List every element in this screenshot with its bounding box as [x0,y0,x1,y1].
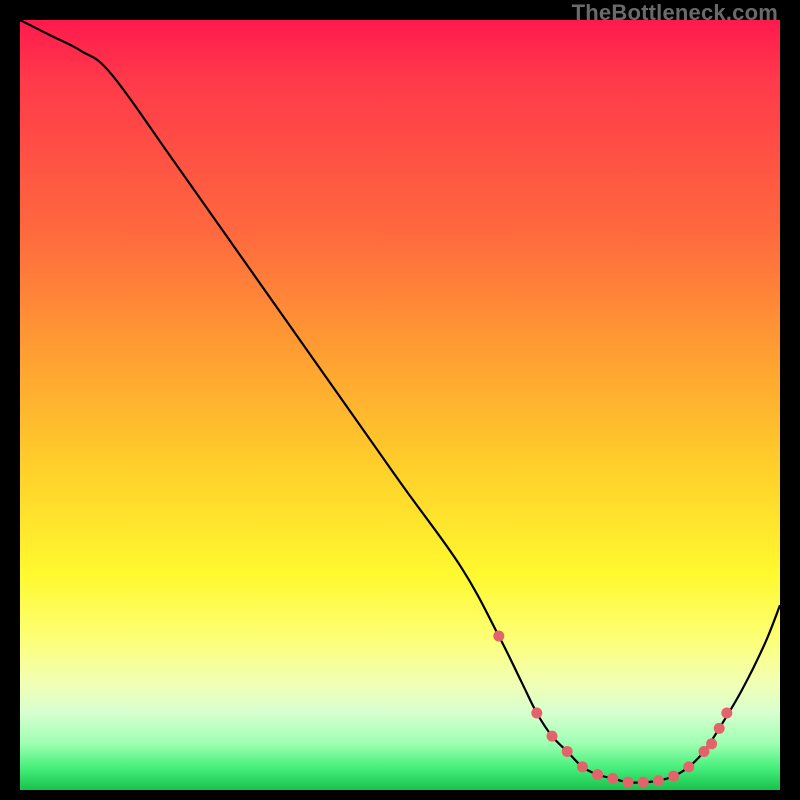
highlight-point [721,708,732,719]
highlight-point [592,769,603,780]
highlight-point [531,708,542,719]
highlight-point [706,738,717,749]
highlight-point [623,777,634,788]
chart-frame: TheBottleneck.com [0,0,800,800]
highlight-point [668,771,679,782]
highlight-point [683,761,694,772]
bottleneck-curve [20,20,780,783]
chart-plot-area [20,20,780,790]
highlight-point [714,723,725,734]
highlight-point [547,731,558,742]
highlight-point [638,777,649,788]
highlight-point [493,631,504,642]
highlight-point [577,761,588,772]
watermark-text: TheBottleneck.com [572,0,778,26]
highlight-point [653,775,664,786]
highlight-points [493,631,732,788]
highlight-point [607,773,618,784]
highlight-point [562,746,573,757]
chart-svg [20,20,780,790]
